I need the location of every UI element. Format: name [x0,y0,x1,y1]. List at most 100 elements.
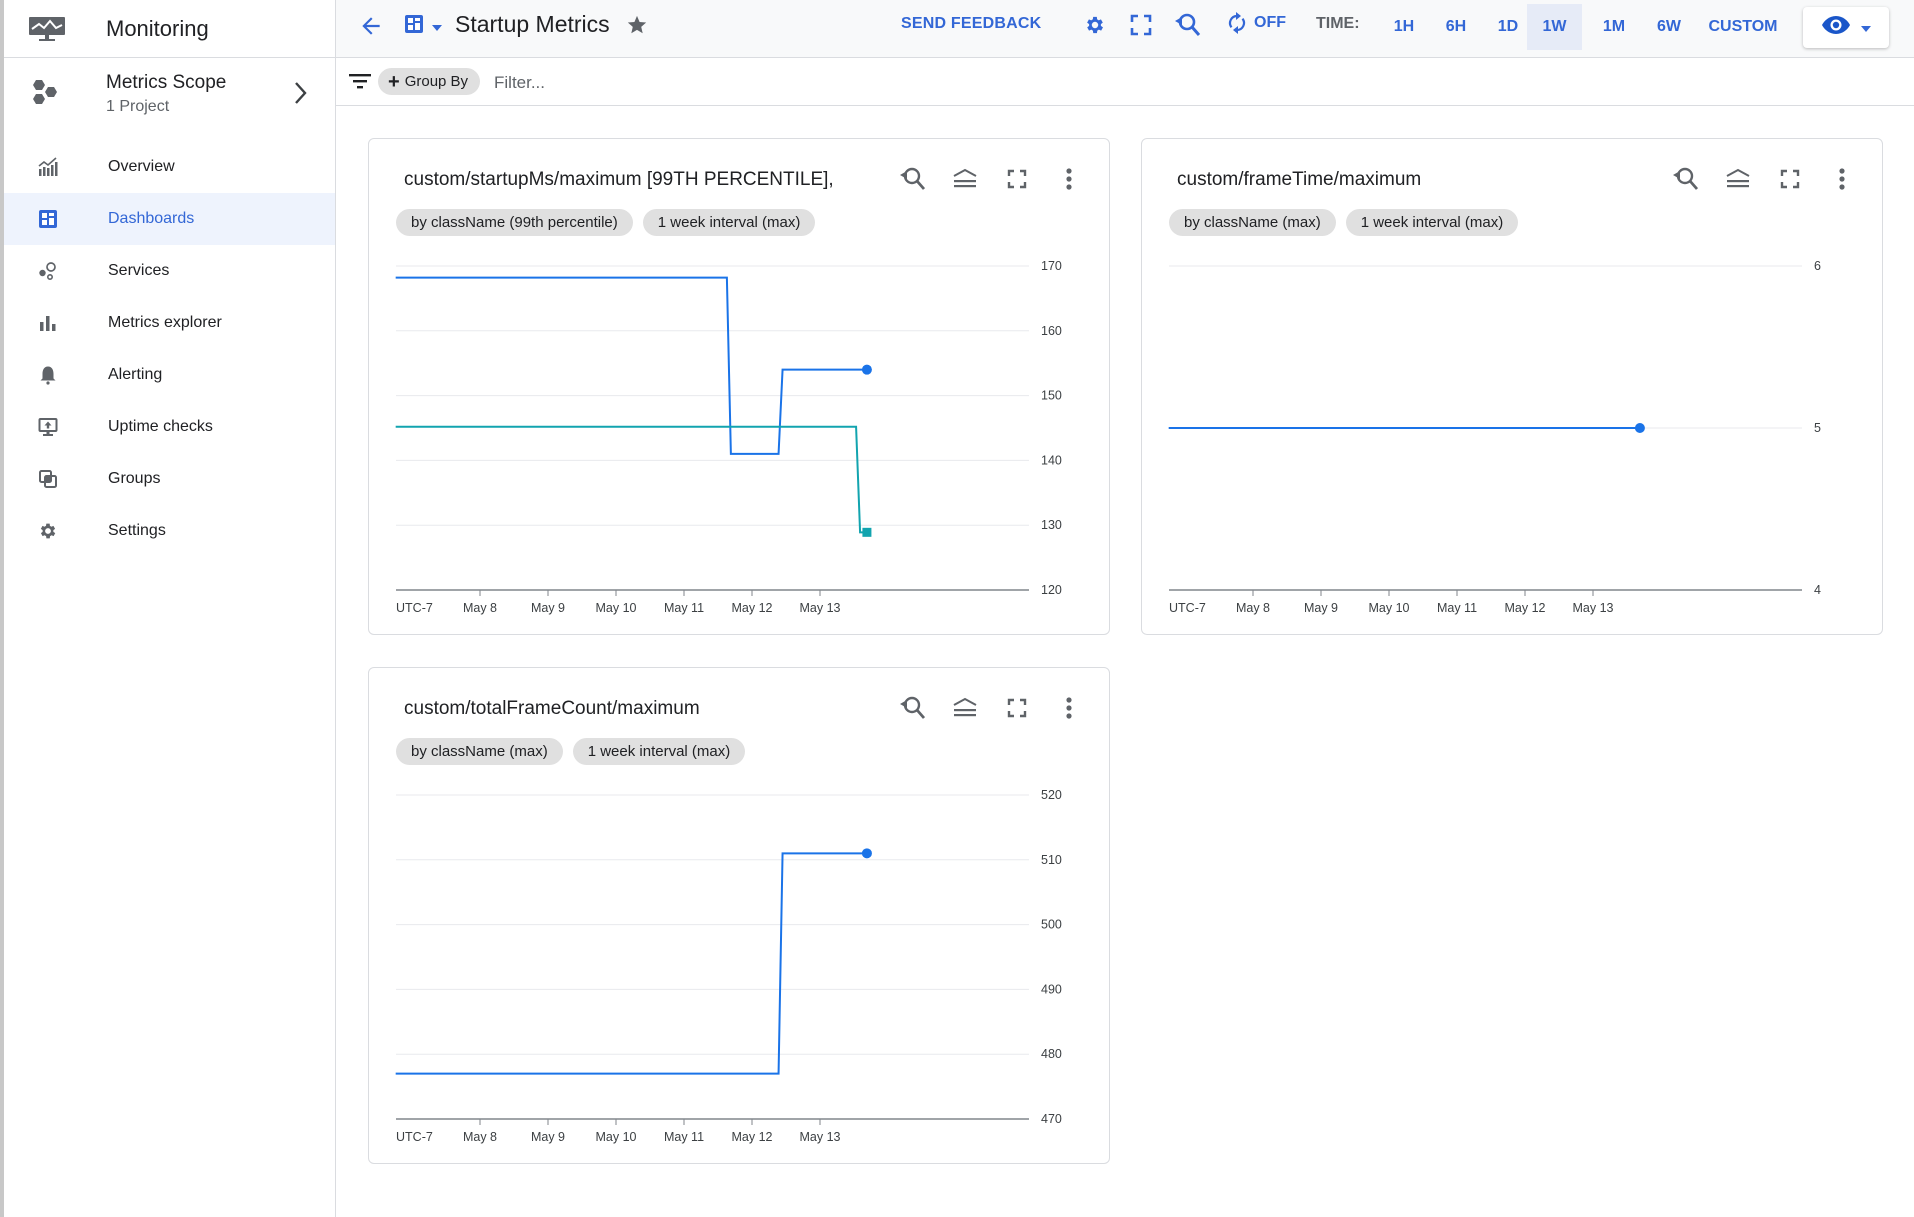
y-tick-label: 470 [1041,1112,1062,1126]
gear-icon[interactable] [1084,14,1106,36]
y-tick-label: 480 [1041,1047,1062,1061]
reset-zoom-icon[interactable] [1174,11,1202,39]
aggregation-chip[interactable]: by className (max) [1169,209,1336,236]
chart-panel-total-frame-count: custom/totalFrameCount/maximum by classN… [368,667,1110,1164]
legend-toggle-icon[interactable] [951,694,979,722]
more-vert-icon[interactable] [1055,165,1083,193]
aggregation-chip[interactable]: 1 week interval (max) [1345,209,1519,236]
aggregation-chip[interactable]: by className (99th percentile) [396,209,633,236]
sidebar-item-label: Overview [108,158,175,175]
fullscreen-icon[interactable] [1003,165,1031,193]
chart-title: custom/frameTime/maximum [1177,169,1422,190]
groups-icon [36,467,60,491]
timezone-label: UTC-7 [1169,601,1206,615]
y-tick-label: 4 [1814,583,1821,597]
x-tick-label: May 13 [800,1130,841,1144]
star-icon[interactable] [626,14,648,36]
legend-toggle-icon[interactable] [951,165,979,193]
monitor-upload-icon [36,415,60,439]
x-tick-label: May 8 [463,1130,497,1144]
y-tick-label: 170 [1041,259,1062,273]
x-tick-label: May 9 [531,1130,565,1144]
reset-zoom-icon[interactable] [899,694,927,722]
time-option-1h[interactable]: 1H [1384,4,1424,50]
x-tick-label: May 8 [1236,601,1270,615]
sidebar: Monitoring Metrics Scope 1 Project Overv… [0,0,336,1217]
chart-chips: by className (max) 1 week interval (max) [396,738,746,765]
x-tick-label: May 9 [531,601,565,615]
x-tick-label: May 10 [596,1130,637,1144]
refresh-icon [1228,12,1246,34]
reset-zoom-icon[interactable] [1672,165,1700,193]
time-option-1w[interactable]: 1W [1527,4,1582,50]
sidebar-item-alerting[interactable]: Alerting [4,349,335,401]
hexagons-icon [28,78,68,110]
chart-actions [899,165,1083,193]
more-vert-icon[interactable] [1828,165,1856,193]
sidebar-item-label: Settings [108,522,166,539]
time-option-6h[interactable]: 6H [1436,4,1476,50]
time-option-1d[interactable]: 1D [1488,4,1528,50]
visibility-menu-button[interactable] [1803,7,1889,48]
chevron-right-icon[interactable] [291,80,311,111]
fullscreen-icon[interactable] [1776,165,1804,193]
services-icon [36,259,60,283]
series-line-1 [395,852,869,1075]
caret-down-icon [1861,19,1871,37]
fullscreen-icon[interactable] [1003,694,1031,722]
gear-icon [36,519,60,543]
y-tick-label: 6 [1814,259,1821,273]
y-tick-label: 150 [1041,389,1062,403]
aggregation-chip[interactable]: 1 week interval (max) [572,738,746,765]
y-tick-label: 5 [1814,421,1821,435]
metrics-scope[interactable]: Metrics Scope 1 Project [4,58,335,130]
plus-icon: + [388,70,400,93]
sidebar-item-metrics-explorer[interactable]: Metrics explorer [4,297,335,349]
chart-chips: by className (99th percentile) 1 week int… [396,209,816,236]
sidebar-item-uptime-checks[interactable]: Uptime checks [4,401,335,453]
dashboard-icon [404,14,424,39]
scope-title: Metrics Scope [106,72,227,93]
y-tick-label: 130 [1041,518,1062,532]
y-tick-label: 160 [1041,324,1062,338]
y-tick-label: 140 [1041,453,1062,467]
sidebar-item-services[interactable]: Services [4,245,335,297]
aggregation-chip[interactable]: 1 week interval (max) [642,209,816,236]
dashboard-picker[interactable] [404,14,442,39]
time-option-1m[interactable]: 1M [1594,4,1634,50]
reset-zoom-icon[interactable] [899,165,927,193]
dashboard-toolbar: Startup Metrics SEND FEEDBACK OFF TIME: … [336,0,1914,58]
timezone-label: UTC-7 [396,1130,433,1144]
time-option-6w[interactable]: 6W [1649,4,1689,50]
bar-chart-icon [36,311,60,335]
time-option-custom[interactable]: CUSTOM [1703,4,1783,50]
x-tick-label: May 11 [1437,601,1477,615]
eye-icon [1821,15,1851,40]
y-tick-label: 520 [1041,788,1062,802]
chart-panel-startup-ms: custom/startupMs/maximum [99TH PERCENTIL… [368,138,1110,635]
auto-refresh-toggle[interactable]: OFF [1228,12,1286,34]
legend-toggle-icon[interactable] [1724,165,1752,193]
chart-actions [1672,165,1856,193]
sidebar-item-settings[interactable]: Settings [4,505,335,557]
filter-input[interactable] [494,68,994,98]
aggregation-chip[interactable]: by className (max) [396,738,563,765]
send-feedback-button[interactable]: SEND FEEDBACK [901,15,1041,33]
fullscreen-icon[interactable] [1130,14,1152,36]
sidebar-item-groups[interactable]: Groups [4,453,335,505]
overview-chart-icon [36,155,60,179]
series-line-1 [395,276,869,455]
time-label: TIME: [1316,15,1360,32]
y-tick-label: 120 [1041,583,1062,597]
series-end-marker-1 [861,848,872,859]
group-by-button[interactable]: + Group By [378,68,481,95]
sidebar-item-overview[interactable]: Overview [4,141,335,193]
more-vert-icon[interactable] [1055,694,1083,722]
chart-chips: by className (max) 1 week interval (max) [1169,209,1519,236]
sidebar-item-dashboards[interactable]: Dashboards [4,193,335,245]
auto-refresh-label: OFF [1254,14,1286,31]
back-arrow-icon[interactable] [358,13,384,39]
sidebar-item-label: Dashboards [108,210,195,227]
filter-list-icon[interactable] [348,70,372,97]
x-tick-label: May 10 [1369,601,1410,615]
